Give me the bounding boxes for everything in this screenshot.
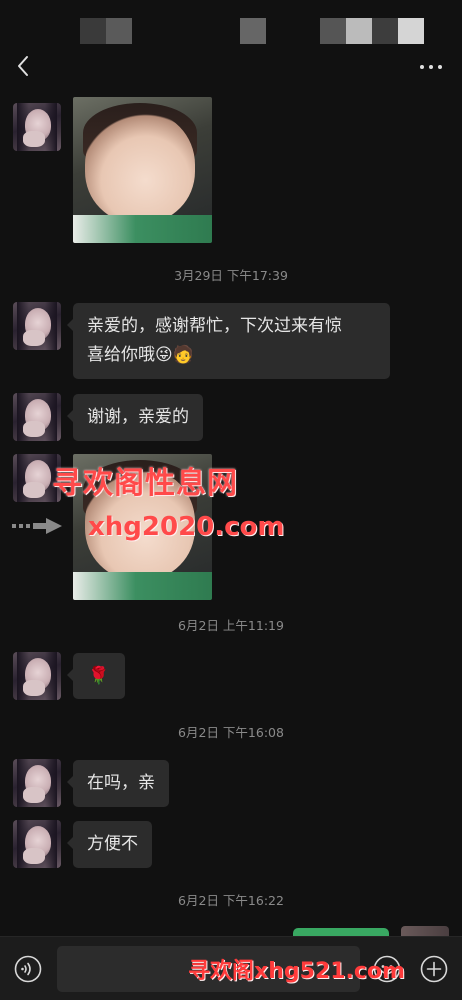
contact-avatar[interactable] bbox=[13, 103, 61, 151]
plus-icon bbox=[420, 955, 448, 983]
contact-avatar[interactable] bbox=[13, 393, 61, 441]
back-button[interactable] bbox=[12, 54, 36, 78]
text-message[interactable]: 亲爱的，感谢帮忙，下次过来有惊 喜给你哦😜🧑 bbox=[67, 303, 390, 379]
voice-button[interactable] bbox=[14, 955, 42, 983]
watermark-url: xhg2020.com bbox=[88, 512, 285, 542]
text-message[interactable]: 谢谢，亲爱的 bbox=[67, 394, 203, 441]
contact-avatar[interactable] bbox=[13, 652, 61, 700]
message-line: 亲爱的，感谢帮忙，下次过来有惊 bbox=[87, 316, 342, 336]
chevron-left-icon bbox=[18, 56, 28, 76]
message-text: 在吗，亲 bbox=[87, 773, 155, 793]
text-message[interactable]: 🌹 bbox=[67, 653, 125, 699]
watermark-bottom: 寻欢阁xhg521.com bbox=[188, 959, 405, 984]
contact-avatar[interactable] bbox=[13, 302, 61, 350]
contact-avatar[interactable] bbox=[13, 820, 61, 868]
chat-screen: 3月29日 下午17:39 亲爱的，感谢帮忙，下次过来有惊 喜给你哦😜🧑 谢谢，… bbox=[0, 0, 462, 1000]
message-text: 方便不 bbox=[87, 834, 138, 854]
timestamp: 3月29日 下午17:39 bbox=[174, 268, 288, 283]
title-block bbox=[372, 18, 398, 44]
title-block bbox=[398, 18, 424, 44]
rose-emoji: 🌹 bbox=[88, 666, 110, 686]
more-dots-icon bbox=[420, 65, 424, 69]
voice-icon bbox=[14, 955, 42, 983]
arrow-right-icon bbox=[12, 518, 62, 534]
watermark-text: 寻欢阁性息网 bbox=[52, 466, 238, 501]
image-message[interactable] bbox=[73, 97, 212, 243]
message-line: 喜给你哦😜🧑 bbox=[87, 345, 194, 365]
text-message[interactable]: 在吗，亲 bbox=[67, 760, 169, 807]
plus-button[interactable] bbox=[420, 955, 448, 983]
timestamp: 6月2日 上午11:19 bbox=[178, 618, 284, 633]
title-block bbox=[80, 18, 106, 44]
title-block bbox=[320, 18, 346, 44]
contact-avatar[interactable] bbox=[13, 759, 61, 807]
chat-title-obscured bbox=[0, 18, 462, 44]
timestamp: 6月2日 下午16:08 bbox=[178, 725, 284, 740]
title-block bbox=[346, 18, 372, 44]
title-block bbox=[240, 18, 266, 44]
timestamp: 6月2日 下午16:22 bbox=[178, 893, 284, 908]
more-options-button[interactable] bbox=[420, 64, 442, 70]
text-message[interactable]: 方便不 bbox=[67, 821, 152, 868]
title-block bbox=[106, 18, 132, 44]
message-text: 谢谢，亲爱的 bbox=[87, 407, 189, 427]
